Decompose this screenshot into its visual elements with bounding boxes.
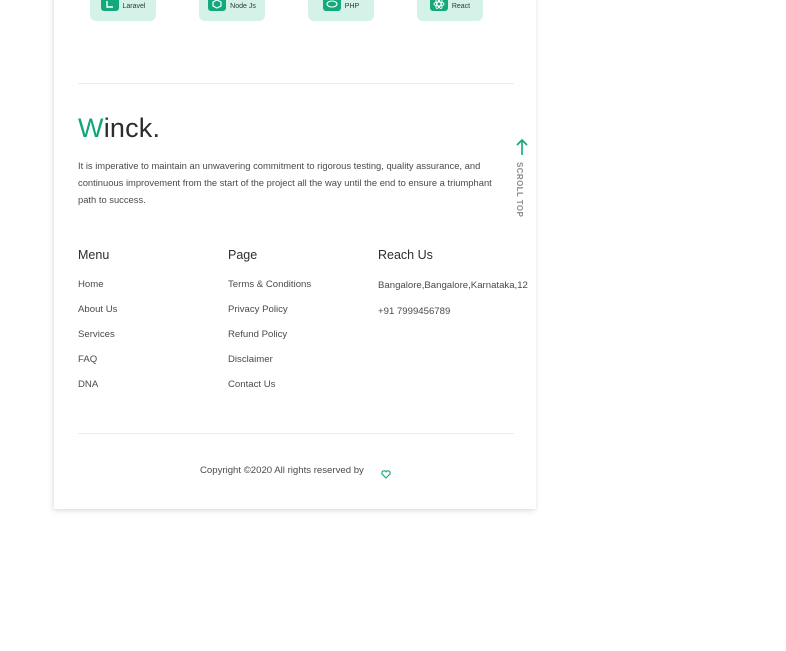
menu-link-dna[interactable]: DNA [78, 379, 98, 390]
page-link-terms[interactable]: Terms & Conditions [228, 279, 311, 290]
menu-link-services[interactable]: Services [78, 329, 115, 340]
heart-icon [381, 466, 391, 484]
laravel-icon [100, 0, 119, 11]
brand-logo[interactable]: Winck. [78, 113, 160, 144]
scroll-top-label: SCROLL TOP [515, 162, 524, 218]
menu-title: Menu [78, 248, 110, 262]
brand-logo-initial: W [78, 113, 104, 143]
menu-link-faq[interactable]: FAQ [78, 354, 97, 365]
tech-badge-label: PHP [344, 3, 360, 10]
page-link-privacy-policy[interactable]: Privacy Policy [228, 304, 288, 315]
brand-tagline: It is imperative to maintain an unwaveri… [78, 160, 492, 205]
reach-address: Bangalore,Bangalore,Karnataka,12 [378, 280, 528, 291]
page-link-refund-policy[interactable]: Refund Policy [228, 329, 287, 340]
menu-link-about-us[interactable]: About Us [78, 304, 117, 315]
scroll-top-button[interactable]: SCROLL TOP [512, 138, 532, 218]
tech-badge-nodejs[interactable]: Node Js [199, 0, 265, 21]
page-link-contact-us[interactable]: Contact Us [228, 379, 275, 390]
php-icon [322, 0, 341, 11]
copyright-text: Copyright ©2020 All rights reserved by [200, 465, 364, 476]
nodejs-icon [208, 0, 227, 11]
arrow-up-icon [515, 138, 529, 161]
reach-us-title: Reach Us [378, 248, 433, 262]
bottom-divider [78, 433, 514, 434]
page-title: Page [228, 248, 258, 262]
brand-logo-text: inck. [103, 113, 161, 143]
tech-badge-label: Node Js [230, 3, 256, 10]
tech-badge-react[interactable]: React [417, 0, 483, 21]
tech-badge-label: React [451, 3, 471, 10]
react-icon [429, 0, 448, 11]
reach-phone[interactable]: +91 7999456789 [378, 306, 450, 317]
tech-badge-laravel[interactable]: Laravel [90, 0, 156, 21]
top-divider [78, 83, 514, 84]
tech-badge-php[interactable]: PHP [308, 0, 374, 21]
page-link-disclaimer[interactable]: Disclaimer [228, 354, 273, 365]
tech-badge-label: Laravel [122, 3, 146, 10]
menu-link-home[interactable]: Home [78, 279, 104, 290]
